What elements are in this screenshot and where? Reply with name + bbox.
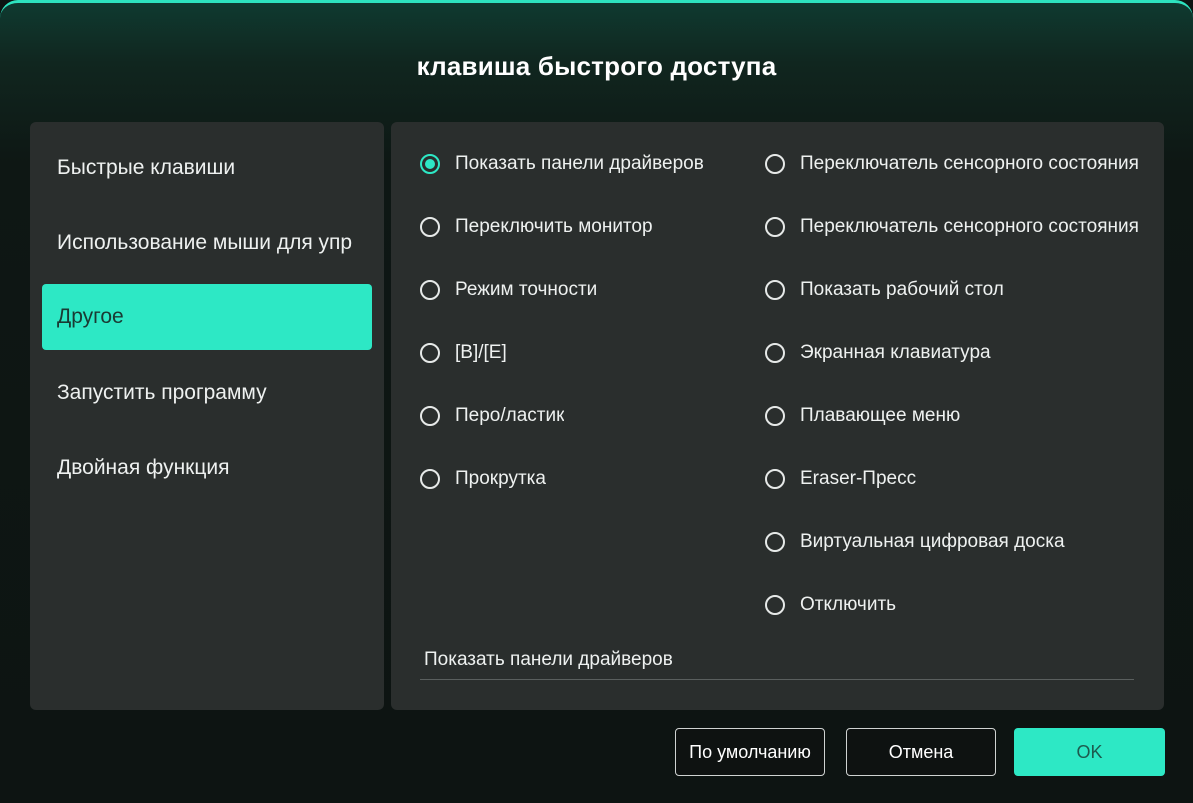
option-floating-menu[interactable]: Плавающее меню xyxy=(765,399,1142,433)
sidebar-item-label: Запустить программу xyxy=(57,381,267,404)
radio-icon[interactable] xyxy=(765,532,785,552)
option-disable[interactable]: Отключить xyxy=(765,588,1142,622)
option-label: Показать рабочий стол xyxy=(800,279,1004,300)
dialog-title: клавиша быстрого доступа xyxy=(416,51,777,81)
option-label: Eraser-Пресс xyxy=(800,468,917,489)
options-panel: Показать панели драйверов Переключить мо… xyxy=(391,122,1164,710)
radio-icon[interactable] xyxy=(765,595,785,615)
sidebar-item-label: Быстрые клавиши xyxy=(57,156,236,179)
option-label: Показать панели драйверов xyxy=(455,153,704,174)
option-on-screen-keyboard[interactable]: Экранная клавиатура xyxy=(765,336,1142,370)
option-label: Плавающее меню xyxy=(800,405,961,426)
option-touch-toggle-1[interactable]: Переключатель сенсорного состояния xyxy=(765,147,1142,181)
sidebar-item-label: Двойная функция xyxy=(57,456,230,479)
option-label: Переключить монитор xyxy=(455,216,653,237)
option-label: Виртуальная цифровая доска xyxy=(800,531,1065,552)
option-label: Экранная клавиатура xyxy=(800,342,991,363)
sidebar: Быстрые клавиши Использование мыши для у… xyxy=(30,122,384,710)
sidebar-item-hotkeys[interactable]: Быстрые клавиши xyxy=(42,136,372,200)
option-label: Перо/ластик xyxy=(455,405,565,426)
radio-icon[interactable] xyxy=(765,154,785,174)
option-precision-mode[interactable]: Режим точности xyxy=(420,273,745,307)
option-label: [B]/[E] xyxy=(455,342,507,363)
sidebar-item-run-program[interactable]: Запустить программу xyxy=(42,361,372,425)
option-label: Прокрутка xyxy=(455,468,546,489)
radio-icon[interactable] xyxy=(765,343,785,363)
option-b-e[interactable]: [B]/[E] xyxy=(420,336,745,370)
option-virtual-tablet[interactable]: Виртуальная цифровая доска xyxy=(765,525,1142,559)
sidebar-item-dual-function[interactable]: Двойная функция xyxy=(42,436,372,500)
option-scroll[interactable]: Прокрутка xyxy=(420,462,745,496)
radio-icon[interactable] xyxy=(765,406,785,426)
option-eraser-press[interactable]: Eraser-Пресс xyxy=(765,462,1142,496)
radio-icon[interactable] xyxy=(765,469,785,489)
option-label: Отключить xyxy=(800,594,897,615)
radio-icon[interactable] xyxy=(420,406,440,426)
sidebar-item-mouse-control[interactable]: Использование мыши для упр xyxy=(42,211,372,275)
sidebar-item-other[interactable]: Другое xyxy=(42,284,372,350)
sidebar-item-label: Использование мыши для упр xyxy=(57,231,353,254)
radio-icon[interactable] xyxy=(765,217,785,237)
radio-icon[interactable] xyxy=(420,280,440,300)
radio-icon[interactable] xyxy=(420,343,440,363)
radio-checked-icon[interactable] xyxy=(420,154,440,174)
ok-button[interactable]: OK xyxy=(1014,728,1165,776)
radio-icon[interactable] xyxy=(420,217,440,237)
default-button[interactable]: По умолчанию xyxy=(675,728,825,776)
option-label: Режим точности xyxy=(455,279,598,300)
option-show-driver-panels[interactable]: Показать панели драйверов xyxy=(420,147,745,181)
shortcut-dialog: клавиша быстрого доступа Быстрые клавиши… xyxy=(0,0,1193,803)
cancel-button[interactable]: Отмена xyxy=(846,728,996,776)
option-label: Переключатель сенсорного состояния xyxy=(800,153,1139,174)
radio-icon[interactable] xyxy=(765,280,785,300)
option-switch-monitor[interactable]: Переключить монитор xyxy=(420,210,745,244)
option-label: Переключатель сенсорного состояния xyxy=(800,216,1139,237)
option-touch-toggle-2[interactable]: Переключатель сенсорного состояния xyxy=(765,210,1142,244)
option-show-desktop[interactable]: Показать рабочий стол xyxy=(765,273,1142,307)
radio-icon[interactable] xyxy=(420,469,440,489)
selected-description: Показать панели драйверов xyxy=(424,649,673,670)
divider xyxy=(420,679,1134,680)
sidebar-item-label: Другое xyxy=(57,305,124,328)
option-pen-eraser[interactable]: Перо/ластик xyxy=(420,399,745,433)
